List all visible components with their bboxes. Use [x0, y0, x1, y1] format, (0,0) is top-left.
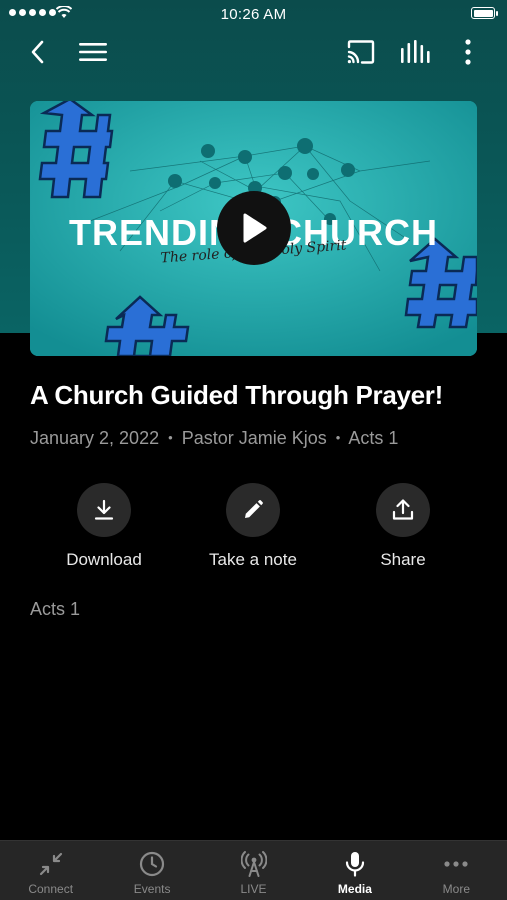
tab-connect[interactable]: Connect — [0, 841, 101, 900]
battery-icon — [471, 7, 498, 19]
pencil-icon — [245, 500, 263, 518]
back-button[interactable] — [16, 30, 60, 74]
sermon-description: Acts 1 — [30, 599, 81, 619]
share-label: Share — [380, 550, 426, 569]
share-circle — [376, 483, 430, 537]
tab-media[interactable]: Media — [304, 841, 405, 900]
download-label: Download — [66, 550, 142, 569]
horizontal-ellipsis-icon — [444, 861, 468, 867]
sermon-date: January 2, 2022 — [30, 428, 160, 448]
play-button[interactable] — [217, 191, 291, 265]
tab-label: Events — [133, 882, 171, 896]
audio-button[interactable] — [393, 30, 437, 74]
status-bar: 10:26 AM — [0, 0, 507, 28]
menu-button[interactable] — [71, 30, 115, 74]
cast-icon — [347, 40, 375, 64]
more-options-button[interactable] — [446, 30, 490, 74]
sermon-speaker: Pastor Jamie Kjos — [181, 428, 327, 448]
tab-bar: Connect Events LIVE Media More — [0, 840, 507, 900]
chevron-left-icon — [31, 40, 44, 64]
tab-events[interactable]: Events — [101, 841, 202, 900]
hamburger-icon — [79, 43, 107, 61]
clock-icon — [140, 851, 165, 877]
tab-label: LIVE — [240, 882, 267, 896]
sermon-meta: January 2, 2022 • Pastor Jamie Kjos • Ac… — [30, 428, 398, 449]
video-thumbnail[interactable]: TRENDING CHURCH The role of the Holy Spi… — [30, 101, 477, 356]
download-button[interactable]: Download — [44, 483, 164, 570]
take-note-circle — [226, 483, 280, 537]
download-circle — [77, 483, 131, 537]
status-time: 10:26 AM — [220, 6, 287, 23]
compress-arrows-icon — [39, 852, 62, 876]
tab-label: Media — [337, 882, 372, 896]
audio-levels-icon — [401, 40, 430, 63]
share-icon — [392, 499, 414, 520]
share-button[interactable]: Share — [343, 483, 463, 570]
sermon-scripture: Acts 1 — [348, 428, 399, 448]
tab-label: More — [442, 882, 470, 896]
tab-live[interactable]: LIVE — [203, 841, 304, 900]
take-note-label: Take a note — [209, 550, 297, 569]
vertical-ellipsis-icon — [465, 39, 471, 65]
tab-label: Connect — [28, 882, 74, 896]
download-icon — [94, 499, 114, 520]
meta-separator: • — [335, 430, 341, 445]
meta-separator: • — [168, 430, 173, 445]
take-note-button[interactable]: Take a note — [193, 483, 313, 570]
broadcast-tower-icon — [240, 851, 267, 877]
play-icon — [243, 213, 267, 243]
tab-more[interactable]: More — [406, 841, 507, 900]
sermon-title: A Church Guided Through Prayer! — [30, 380, 443, 410]
cast-button[interactable] — [339, 30, 383, 74]
microphone-icon — [345, 852, 365, 877]
